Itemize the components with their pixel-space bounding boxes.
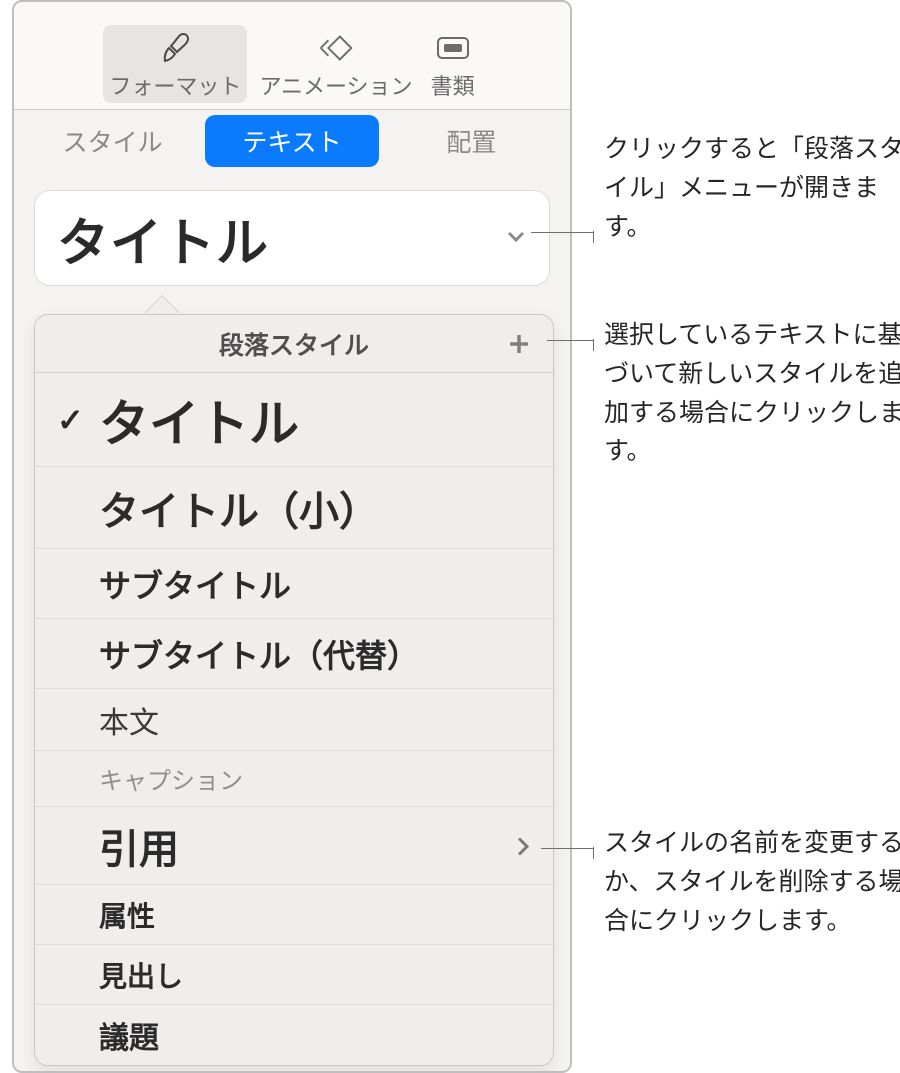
leader-line bbox=[547, 340, 593, 341]
chevron-right-icon[interactable] bbox=[515, 823, 531, 868]
chevron-down-icon bbox=[505, 225, 527, 252]
toolbar-animation-label: アニメーション bbox=[259, 69, 412, 101]
add-style-button[interactable] bbox=[505, 330, 533, 358]
style-item[interactable]: 引用 bbox=[35, 807, 553, 885]
style-item-label: 議題 bbox=[99, 1013, 159, 1057]
style-item-label: 見出し bbox=[99, 955, 183, 995]
style-item[interactable]: 本文 bbox=[35, 689, 553, 751]
toolbar-document-label: 書類 bbox=[431, 69, 475, 101]
style-item[interactable]: 属性 bbox=[35, 885, 553, 945]
brush-icon bbox=[153, 29, 197, 67]
paragraph-style-row: タイトル bbox=[34, 190, 550, 286]
tab-text[interactable]: テキスト bbox=[205, 115, 378, 167]
tab-arrange[interactable]: 配置 bbox=[385, 115, 558, 167]
style-item-label: 引用 bbox=[99, 817, 179, 875]
toolbar: フォーマット アニメーション 書類 bbox=[14, 2, 570, 110]
style-item-label: サブタイトル bbox=[99, 561, 291, 607]
paragraph-style-list: タイトルタイトル（小） サブタイトルサブタイトル（代替） 本文キャプション引用属性見… bbox=[35, 373, 553, 1065]
inspector-panel: フォーマット アニメーション 書類 スタイル テキスト 配置 タイトル bbox=[12, 0, 572, 1073]
style-item[interactable]: キャプション bbox=[35, 751, 553, 807]
toolbar-format-label: フォーマット bbox=[109, 69, 241, 101]
display-icon bbox=[431, 29, 475, 67]
diamond-icon bbox=[314, 29, 358, 67]
style-item[interactable]: 議題 bbox=[35, 1005, 553, 1065]
style-item-label: タイトル bbox=[99, 384, 299, 456]
style-item-label: 属性 bbox=[99, 895, 155, 935]
style-item-label: タイトル（小） bbox=[99, 479, 379, 537]
leader-line bbox=[541, 848, 593, 849]
style-item[interactable]: サブタイトル bbox=[35, 549, 553, 619]
toolbar-animation[interactable]: アニメーション bbox=[253, 25, 418, 103]
callout-add-style: 選択しているテキストに基づいて新しいスタイルを追加する場合にクリックします。 bbox=[604, 316, 900, 471]
style-item[interactable]: タイトル bbox=[35, 373, 553, 467]
style-item[interactable]: サブタイトル（代替） bbox=[35, 619, 553, 689]
popover-pointer bbox=[144, 296, 180, 314]
popover-title: 段落スタイル bbox=[219, 326, 369, 362]
style-item-label: キャプション bbox=[99, 761, 243, 796]
style-item[interactable]: 見出し bbox=[35, 945, 553, 1005]
style-item[interactable]: タイトル（小） bbox=[35, 467, 553, 549]
paragraph-style-dropdown[interactable]: タイトル bbox=[34, 190, 550, 286]
callout-open-menu: クリックすると「段落スタイル」メニューが開きます。 bbox=[604, 130, 900, 246]
toolbar-format[interactable]: フォーマット bbox=[103, 25, 247, 103]
paragraph-style-popover: 段落スタイル タイトルタイトル（小） サブタイトルサブタイトル（代替） 本文キャプシ… bbox=[34, 296, 554, 1066]
subtabs: スタイル テキスト 配置 bbox=[14, 110, 570, 172]
callout-rename-delete: スタイルの名前を変更するか、スタイルを削除する場合にクリックします。 bbox=[604, 824, 900, 940]
paragraph-style-current: タイトル bbox=[57, 201, 269, 276]
toolbar-document[interactable]: 書類 bbox=[425, 25, 481, 103]
style-item-label: サブタイトル（代替） bbox=[99, 631, 419, 677]
style-item-label: 本文 bbox=[99, 698, 159, 742]
leader-line bbox=[531, 232, 593, 233]
tab-style[interactable]: スタイル bbox=[26, 115, 199, 167]
popover-header: 段落スタイル bbox=[35, 315, 553, 373]
